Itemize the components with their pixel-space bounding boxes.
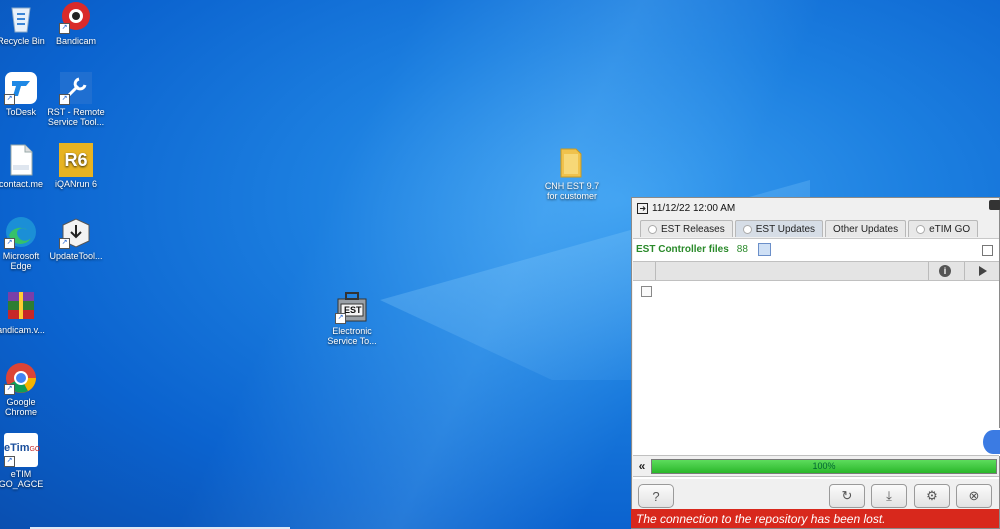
play-icon[interactable]: [979, 266, 987, 276]
desktop-icon-label: UpdateTool...: [49, 251, 103, 261]
help-icon: ?: [652, 488, 660, 504]
desktop-icon-label: RST - Remote Service Tool...: [47, 107, 105, 127]
desktop-icon-est[interactable]: EST ↗ Electronic Service To...: [322, 290, 382, 346]
window-datetime: 11/12/22 12:00 AM: [652, 202, 736, 214]
bottom-toolbar: ? ↻ ⤓ ⚙ ⊗: [633, 479, 999, 513]
desktop-icon-label: andicam.v...: [0, 325, 45, 335]
settings-button[interactable]: ⚙: [914, 484, 950, 508]
status-message: The connection to the repository has bee…: [636, 511, 886, 526]
winrar-archive-icon: [4, 289, 38, 323]
desktop-icon-todesk[interactable]: ↗ ToDesk: [0, 71, 51, 117]
progress-text: 100%: [812, 460, 836, 471]
tab-bar: EST Releases EST Updates Other Updates e…: [632, 220, 999, 238]
desktop-icon-edge[interactable]: ↗ Microsoft Edge: [0, 215, 51, 271]
iqanrun-icon: R6: [59, 143, 93, 177]
download-button[interactable]: ⤓: [871, 484, 907, 508]
app-exit-icon[interactable]: [637, 202, 648, 214]
est-update-window: 11/12/22 12:00 AM EST Releases EST Updat…: [631, 197, 1000, 529]
desktop-icon-label: Google Chrome: [4, 397, 37, 417]
collapse-left-icon[interactable]: «: [633, 459, 651, 473]
recycle-bin-icon: [4, 0, 38, 34]
desktop-icon-iqanrun[interactable]: R6 iQANrun 6: [46, 143, 106, 189]
side-panel-handle[interactable]: [981, 428, 1000, 456]
tab-other-updates[interactable]: Other Updates: [825, 220, 907, 237]
desktop-icon-label: iQANrun 6: [54, 179, 98, 189]
desktop-icon-rst[interactable]: ↗ RST - Remote Service Tool...: [46, 71, 106, 127]
desktop-icon-archive[interactable]: andicam.v...: [0, 289, 51, 335]
updates-panel: EST Controller files 88 i « 100% ? ↻ ⤓ ⚙: [633, 238, 1000, 528]
desktop-icon-recycle-bin[interactable]: Recycle Bin: [0, 0, 51, 46]
etim-badge-sub: GO: [29, 446, 41, 453]
desktop-icon-label: Recycle Bin: [0, 36, 45, 46]
rst-remote-service-tool-icon: ↗: [59, 71, 93, 105]
download-progress-bar: 100%: [651, 458, 997, 474]
select-all-checkbox[interactable]: [641, 286, 652, 297]
desktop-icon-etim-go[interactable]: eTimGO ↗ eTIM GO_AGCE: [0, 433, 51, 489]
desktop-icon-label: ToDesk: [5, 107, 36, 117]
tab-label: EST Releases: [661, 223, 725, 235]
search-icon[interactable]: [757, 242, 771, 256]
tab-label: eTIM GO: [929, 223, 971, 235]
refresh-icon: ↻: [841, 488, 853, 503]
download-icon: ⤓: [886, 488, 892, 503]
tab-etim-go[interactable]: eTIM GO: [908, 220, 979, 237]
desktop-icon-cnh-est-folder[interactable]: CNH EST 9.7 for customer: [542, 145, 602, 201]
iqanrun-badge-text: R6: [64, 150, 88, 170]
desktop-icon-contact-me[interactable]: contact.me: [0, 143, 51, 189]
gear-icon: ⚙: [926, 488, 938, 503]
files-count: 88: [736, 243, 748, 255]
tab-label: EST Updates: [755, 223, 816, 235]
progress-row: « 100%: [633, 455, 999, 477]
minimize-button[interactable]: [989, 200, 1000, 210]
tab-status-icon: [742, 224, 752, 234]
chrome-icon: ↗: [4, 361, 38, 395]
est-toolbox-icon: EST ↗: [335, 290, 369, 324]
window-titlebar: 11/12/22 12:00 AM: [632, 198, 1000, 218]
files-label: EST Controller files: [636, 243, 729, 255]
desktop-icon-label: CNH EST 9.7 for customer: [544, 181, 600, 201]
folder-icon: [555, 145, 589, 179]
close-icon: ⊗: [968, 488, 980, 503]
refresh-button[interactable]: ↻: [829, 484, 865, 508]
help-button[interactable]: ?: [638, 484, 674, 508]
tab-status-icon: [916, 224, 926, 234]
status-bar: The connection to the repository has bee…: [631, 509, 999, 528]
desktop-icon-label: Electronic Service To...: [327, 326, 377, 346]
tab-est-updates[interactable]: EST Updates: [734, 220, 824, 237]
desktop-icon-label: Microsoft Edge: [2, 251, 40, 271]
desktop-icon-label: eTIM GO_AGCE: [0, 469, 44, 489]
tab-status-icon: [648, 224, 657, 234]
desktop-icon-label: Bandicam: [55, 36, 97, 46]
bandicam-icon: ↗: [59, 0, 93, 34]
desktop-icon-label: contact.me: [0, 179, 44, 189]
document-icon: [4, 143, 38, 177]
edge-icon: ↗: [4, 215, 38, 249]
todesk-icon: ↗: [4, 71, 38, 105]
desktop-icon-bandicam[interactable]: ↗ Bandicam: [46, 0, 106, 46]
tab-label: Other Updates: [833, 223, 899, 235]
etim-badge-main: eTim: [4, 442, 30, 454]
files-header: EST Controller files 88: [633, 239, 999, 259]
info-icon[interactable]: i: [939, 265, 951, 277]
est-badge-text: EST: [344, 305, 362, 315]
desktop-icon-chrome[interactable]: ↗ Google Chrome: [0, 361, 51, 417]
tab-est-releases[interactable]: EST Releases: [640, 220, 733, 237]
update-tool-icon: ↗: [59, 215, 93, 249]
desktop-icon-update-tool[interactable]: ↗ UpdateTool...: [46, 215, 106, 261]
etim-go-icon: eTimGO ↗: [4, 433, 41, 467]
save-icon[interactable]: [982, 245, 993, 256]
column-divider: [928, 262, 929, 280]
column-divider: [964, 262, 965, 280]
grid-header: i: [633, 261, 999, 281]
close-button[interactable]: ⊗: [956, 484, 992, 508]
column-divider: [655, 262, 656, 280]
